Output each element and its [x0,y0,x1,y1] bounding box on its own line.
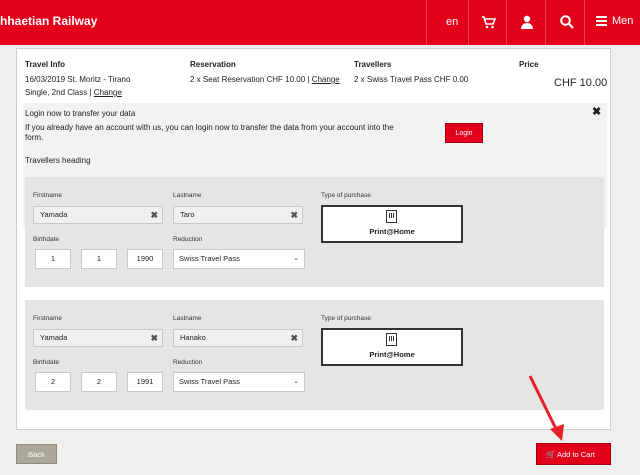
chevron-down-icon: ⌄ [293,378,299,385]
lastname-value: Hanako [180,333,206,342]
clear-icon[interactable]: ✖ [150,330,158,346]
chevron-down-icon: ⌄ [293,255,299,262]
clear-icon[interactable]: ✖ [290,207,298,223]
traveller-card: Firstname Yamada ✖ Lastname Taro ✖ Type … [25,177,604,287]
firstname-input[interactable]: Yamada ✖ [33,206,163,224]
travel-route: 16/03/2019 St. Moritz - Tirano [25,75,131,84]
price-heading: Price [519,60,539,69]
nav-divider [468,0,469,45]
lastname-label: Lastname [173,192,202,199]
firstname-value: Yamada [40,333,68,342]
firstname-label: Firstname [33,315,62,322]
search-icon[interactable] [559,14,575,30]
birth-month-input[interactable]: 1 [81,249,117,269]
lastname-input[interactable]: Hanako ✖ [173,329,303,347]
user-icon[interactable] [519,14,535,30]
birth-day-input[interactable]: 1 [35,249,71,269]
travellers-heading: Travellers heading [25,156,91,165]
add-to-cart-label: Add to Cart [557,450,595,459]
nav-divider [506,0,507,45]
lastname-input[interactable]: Taro ✖ [173,206,303,224]
brand-logo[interactable]: hhaetian Railway [0,14,97,28]
nav-divider [584,0,585,45]
travel-class: Single, 2nd Class | Change [25,88,122,97]
price-value: CHF 10.00 [554,77,608,89]
add-to-cart-button[interactable]: 🛒 Add to Cart [536,443,611,465]
nav-divider [426,0,427,45]
login-button[interactable]: Login [445,123,483,143]
purchase-type-label: Type of purchase [321,192,371,199]
reduction-value: Swiss Travel Pass [179,254,240,263]
birthdate-label: Birthdate [33,236,60,243]
travel-class-text: Single, 2nd Class | [25,88,92,97]
reduction-select[interactable]: Swiss Travel Pass ⌄ [173,372,305,392]
firstname-label: Firstname [33,192,62,199]
firstname-input[interactable]: Yamada ✖ [33,329,163,347]
menu-label: Men [612,15,634,27]
birth-month-input[interactable]: 2 [81,372,117,392]
cart-icon: 🛒 [546,450,556,459]
clear-icon[interactable]: ✖ [290,330,298,346]
birth-day-input[interactable]: 2 [35,372,71,392]
birth-year-input[interactable]: 1990 [127,249,163,269]
login-description: If you already have an account with us, … [25,123,394,142]
birth-year-input[interactable]: 1991 [127,372,163,392]
travel-info-heading: Travel Info [25,60,66,69]
printer-icon [386,333,397,346]
lastname-value: Taro [180,210,195,219]
clear-icon[interactable]: ✖ [150,207,158,223]
printer-icon [386,210,397,223]
traveller-card: Firstname Yamada ✖ Lastname Hanako ✖ Typ… [25,300,604,410]
nav-divider [545,0,546,45]
close-icon[interactable]: ✖ [592,105,601,118]
travel-change-link[interactable]: Change [94,88,122,97]
purchase-option-label: Print@Home [369,227,415,236]
reservation-text: 2 x Seat Reservation CHF 10.00 | [190,75,310,84]
lastname-label: Lastname [173,315,202,322]
login-title: Login now to transfer your data [25,109,136,118]
menu-icon [596,16,607,26]
reservation-heading: Reservation [190,60,236,69]
reduction-select[interactable]: Swiss Travel Pass ⌄ [173,249,305,269]
top-nav-bar: hhaetian Railway en Men [0,0,640,45]
purchase-option-print-home[interactable]: Print@Home [321,205,463,243]
cart-icon[interactable] [481,14,497,30]
purchase-type-label: Type of purchase [321,315,371,322]
birthdate-label: Birthdate [33,359,60,366]
reservation-line: 2 x Seat Reservation CHF 10.00 | Change [190,75,340,84]
purchase-option-label: Print@Home [369,350,415,359]
travellers-summary-line: 2 x Swiss Travel Pass CHF 0.00 [354,75,469,84]
booking-panel: Travel Info 16/03/2019 St. Moritz - Tira… [16,48,611,430]
purchase-option-print-home[interactable]: Print@Home [321,328,463,366]
language-selector[interactable]: en [446,16,458,28]
firstname-value: Yamada [40,210,68,219]
reservation-change-link[interactable]: Change [312,75,340,84]
reduction-value: Swiss Travel Pass [179,377,240,386]
reduction-label: Reduction [173,359,203,366]
back-button[interactable]: Back [16,444,57,464]
travellers-summary-heading: Travellers [354,60,392,69]
reduction-label: Reduction [173,236,203,243]
